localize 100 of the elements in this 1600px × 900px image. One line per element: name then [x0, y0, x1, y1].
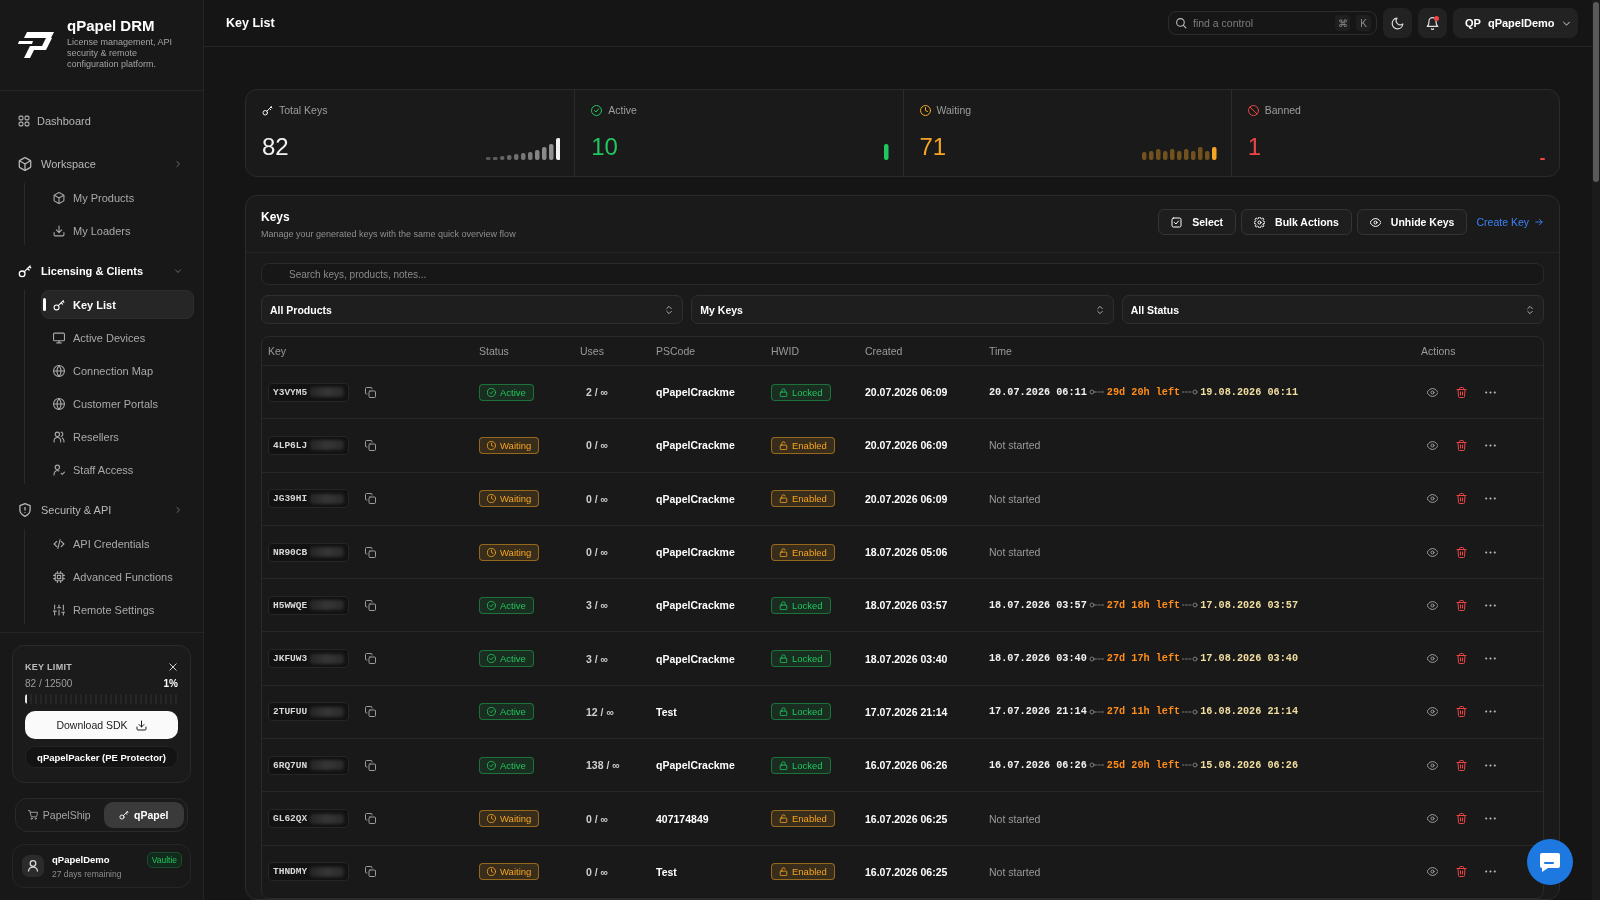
delete-button[interactable] [1456, 546, 1467, 558]
copy-button[interactable] [365, 653, 376, 665]
filter-dropdown[interactable]: All Status [1121, 295, 1544, 324]
copy-button[interactable] [365, 599, 376, 611]
unhide-keys-button[interactable]: Unhide Keys [1356, 209, 1468, 235]
more-button[interactable] [1485, 763, 1496, 767]
column-header: PSCode [656, 345, 696, 357]
app-tab[interactable]: qPapel [103, 802, 184, 828]
copy-button[interactable] [365, 706, 376, 718]
view-button[interactable] [1427, 493, 1438, 505]
nav-item[interactable]: My Loaders [41, 216, 194, 245]
time-remaining: 25d 20h left [1106, 759, 1181, 771]
nav-group-toggle[interactable]: Licensing & Clients [18, 256, 194, 286]
more-button[interactable] [1485, 603, 1496, 607]
copy-icon [365, 493, 376, 505]
delete-button[interactable] [1456, 599, 1467, 611]
more-button[interactable] [1485, 550, 1496, 554]
view-button[interactable] [1427, 813, 1438, 824]
nav-item[interactable]: API Credentials [41, 529, 194, 558]
bell-icon [1426, 16, 1439, 30]
bulk-actions-button[interactable]: Bulk Actions [1241, 209, 1352, 235]
view-button[interactable] [1427, 706, 1438, 718]
nav-item[interactable]: Active Devices [41, 323, 194, 352]
close-icon [168, 662, 178, 672]
delete-button[interactable] [1456, 653, 1467, 665]
pscode: Test [656, 705, 677, 718]
filter-dropdown[interactable]: All Products [261, 295, 684, 324]
sliders-icon [53, 603, 65, 616]
more-button[interactable] [1485, 817, 1496, 820]
view-button[interactable] [1427, 866, 1438, 878]
eye-icon [1427, 493, 1438, 505]
unlock-icon [779, 814, 788, 823]
scrollbar-thumb[interactable] [1593, 2, 1599, 182]
nav-item[interactable]: Resellers [41, 422, 194, 451]
search-field[interactable]: Search keys, products, notes... [261, 263, 1544, 285]
copy-button[interactable] [365, 493, 376, 505]
start-time: 17.07.2026 21:14 [989, 706, 1087, 718]
more-button[interactable] [1485, 497, 1496, 501]
view-button[interactable] [1427, 386, 1438, 398]
uses-count: 0 / ∞ [586, 439, 609, 452]
create-key-link[interactable]: Create Key [1472, 216, 1544, 228]
select-button[interactable]: Select [1158, 209, 1237, 235]
view-button[interactable] [1427, 439, 1438, 451]
more-icon [1485, 390, 1496, 394]
delete-button[interactable] [1456, 439, 1467, 451]
delete-button[interactable] [1456, 813, 1467, 824]
packer-button[interactable]: qPapelPacker (PE Protector) [25, 746, 178, 768]
more-button[interactable] [1485, 870, 1496, 874]
search-field[interactable]: find a control ⌘ K [1168, 11, 1377, 35]
timeline-connector-icon [1088, 655, 1105, 662]
trash-icon [1456, 439, 1467, 451]
nav-item[interactable]: Advanced Functions [41, 562, 194, 591]
status-label: Waiting [500, 546, 532, 558]
copy-button[interactable] [365, 759, 376, 771]
more-button[interactable] [1485, 657, 1496, 661]
more-button[interactable] [1485, 390, 1496, 394]
delete-button[interactable] [1456, 493, 1467, 505]
hwid-label: Enabled [792, 866, 827, 878]
delete-button[interactable] [1456, 386, 1467, 398]
nav-item[interactable]: Remote Settings [41, 595, 194, 624]
delete-button[interactable] [1456, 866, 1467, 878]
copy-button[interactable] [365, 546, 376, 558]
hwid-label: Locked [792, 706, 823, 718]
more-button[interactable] [1485, 443, 1496, 447]
nav-group-toggle[interactable]: Security & API [18, 495, 194, 525]
monitor-icon [53, 331, 65, 344]
delete-button[interactable] [1456, 759, 1467, 771]
view-button[interactable] [1427, 653, 1438, 665]
check-circle-icon [487, 654, 496, 664]
chat-bubble-icon [1539, 851, 1561, 873]
app-tab[interactable]: PapelShip [19, 802, 100, 828]
nav-group-toggle[interactable]: Workspace [18, 149, 194, 179]
copy-button[interactable] [365, 386, 376, 398]
notifications-button[interactable] [1418, 8, 1447, 38]
theme-toggle-button[interactable] [1383, 8, 1412, 38]
copy-button[interactable] [365, 813, 376, 824]
filter-dropdown[interactable]: My Keys [691, 295, 1114, 324]
copy-button[interactable] [365, 439, 376, 451]
copy-button[interactable] [365, 866, 376, 878]
view-button[interactable] [1427, 546, 1438, 558]
created-date: 16.07.2026 06:25 [865, 865, 948, 878]
view-button[interactable] [1427, 759, 1438, 771]
nav-item[interactable]: Key List [41, 290, 194, 319]
close-button[interactable] [168, 662, 178, 672]
moon-icon [1391, 16, 1404, 30]
time-remaining: 27d 18h left [1106, 599, 1181, 611]
status-label: Active [500, 386, 526, 398]
delete-button[interactable] [1456, 706, 1467, 718]
view-button[interactable] [1427, 599, 1438, 611]
more-button[interactable] [1485, 710, 1496, 714]
key-code: 4LP6LJ [273, 439, 308, 451]
nav-item[interactable]: Staff Access [41, 455, 194, 484]
search-input[interactable]: find a control [1193, 14, 1329, 32]
download-sdk-button[interactable]: Download SDK [25, 711, 178, 739]
trash-icon [1456, 493, 1467, 505]
nav-item[interactable]: My Products [41, 183, 194, 212]
user-menu[interactable]: QP qPapelDemo [1453, 8, 1578, 38]
nav-item[interactable]: Dashboard [18, 106, 194, 136]
nav-item[interactable]: Customer Portals [41, 389, 194, 418]
nav-item[interactable]: Connection Map [41, 356, 194, 385]
